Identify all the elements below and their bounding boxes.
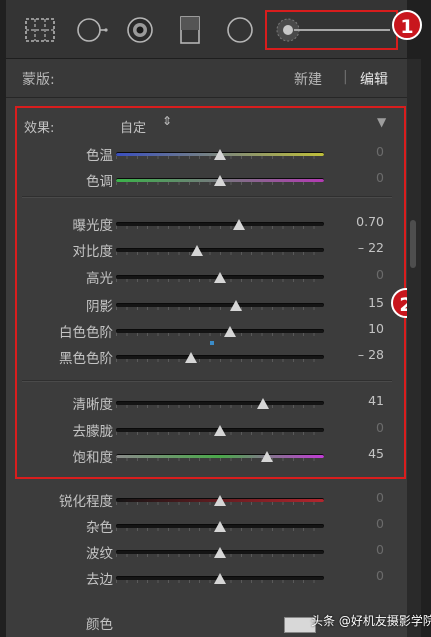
mask-separator: | (343, 69, 348, 85)
slider-label-defringe: 去边 (86, 572, 113, 588)
slider-thumb-defringe[interactable] (214, 573, 226, 584)
slider-thumb-noise[interactable] (214, 521, 226, 532)
slider-label-noise: 杂色 (86, 520, 113, 536)
annotation-badge-1: 1 (392, 10, 422, 40)
graduated-filter-icon[interactable] (172, 14, 208, 46)
mask-row: 蒙版: 新建 | 编辑 (6, 59, 407, 98)
slider-value-noise[interactable]: 0 (376, 516, 384, 531)
mask-new-button[interactable]: 新建 (294, 69, 322, 89)
mask-edit-button[interactable]: 编辑 (360, 69, 388, 89)
slider-value-moire[interactable]: 0 (376, 542, 384, 557)
brush-highlight-box (265, 10, 398, 50)
adjustments-highlight-box (15, 106, 406, 479)
slider-row-noise: 杂色 0 (6, 516, 407, 536)
slider-thumb-sharpness[interactable] (214, 495, 226, 506)
watermark: 头条 @好机友摄影学院 (311, 614, 431, 628)
slider-value-sharpness[interactable]: 0 (376, 490, 384, 505)
color-label: 颜色 (86, 617, 113, 633)
radial-filter-icon[interactable] (222, 14, 258, 46)
slider-thumb-moire[interactable] (214, 547, 226, 558)
scrollbar[interactable] (407, 59, 421, 637)
red-eye-icon[interactable] (122, 14, 158, 46)
slider-value-defringe[interactable]: 0 (376, 568, 384, 583)
slider-row-defringe: 去边 0 (6, 568, 407, 588)
slider-row-moire: 波纹 0 (6, 542, 407, 562)
slider-row-sharpness: 锐化程度 0 (6, 490, 407, 510)
mask-label: 蒙版: (22, 72, 55, 88)
grid-crop-icon[interactable] (22, 14, 58, 46)
slider-label-sharpness: 锐化程度 (59, 494, 113, 510)
scrollbar-thumb[interactable] (410, 220, 416, 268)
slider-label-moire: 波纹 (86, 546, 113, 562)
spot-removal-icon[interactable] (74, 14, 110, 46)
